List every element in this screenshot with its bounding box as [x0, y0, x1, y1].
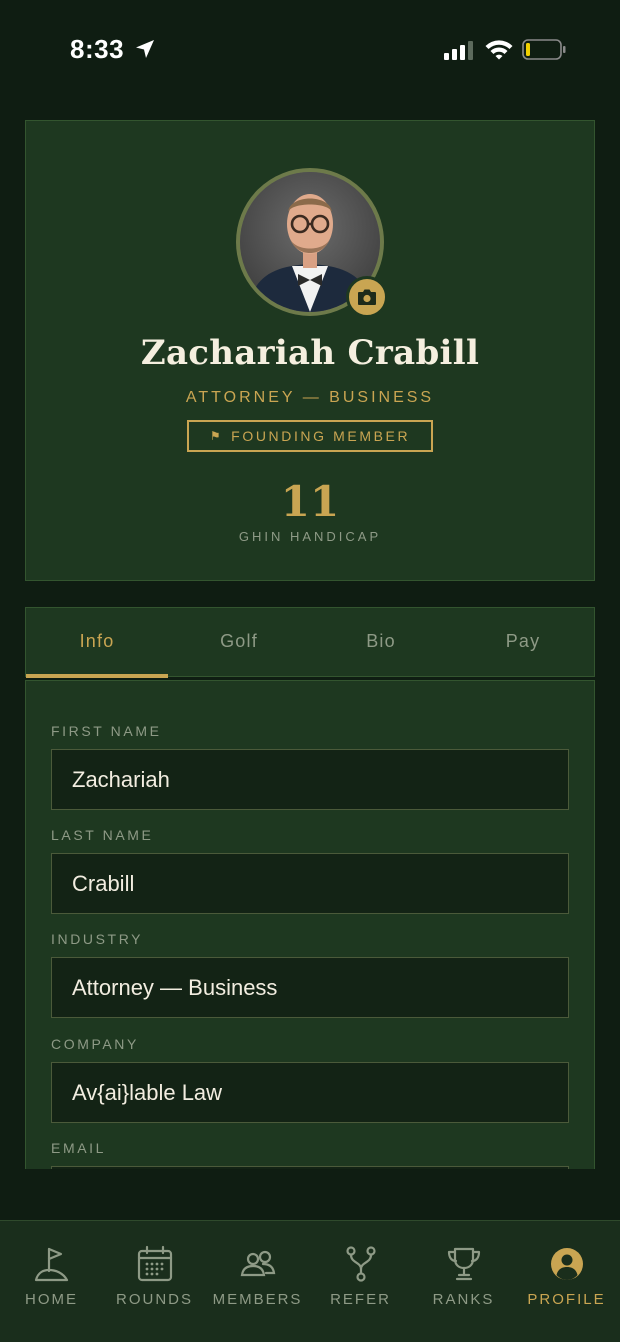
avatar-container	[236, 168, 388, 318]
last-name-label: LAST NAME	[51, 827, 154, 843]
nav-ranks-label: RANKS	[432, 1291, 495, 1308]
trophy-icon	[447, 1247, 481, 1281]
company-label: COMPANY	[51, 1036, 139, 1052]
nav-rounds[interactable]: ROUNDS	[103, 1221, 206, 1342]
email-field[interactable]	[51, 1166, 569, 1169]
info-form: FIRST NAME LAST NAME INDUSTRY COMPANY EM…	[25, 680, 595, 1169]
cellular-signal-icon	[444, 41, 473, 60]
last-name-field[interactable]	[51, 853, 569, 914]
nav-ranks[interactable]: RANKS	[412, 1221, 515, 1342]
members-icon	[240, 1250, 276, 1277]
tab-bio[interactable]: Bio	[310, 608, 452, 676]
tab-pay[interactable]: Pay	[452, 608, 594, 676]
email-label: EMAIL	[51, 1140, 107, 1156]
handicap-label: GHIN HANDICAP	[238, 529, 382, 544]
nav-profile[interactable]: PROFILE	[515, 1221, 618, 1342]
profile-name: Zachariah Crabill	[140, 333, 480, 373]
calendar-icon	[137, 1245, 173, 1282]
status-bar: 8:33	[0, 0, 620, 100]
refer-branch-icon	[346, 1246, 376, 1282]
bottom-nav: HOME ROUNDS MEMBERS REFER RANKS PROFILE	[0, 1220, 620, 1342]
handicap-value: 11	[280, 477, 340, 526]
location-arrow-icon	[136, 40, 154, 58]
industry-label: INDUSTRY	[51, 931, 144, 947]
tab-info[interactable]: Info	[26, 608, 168, 678]
profile-tabs: Info Golf Bio Pay	[25, 607, 595, 678]
badge-label: FOUNDING MEMBER	[231, 428, 411, 444]
company-field[interactable]	[51, 1062, 569, 1123]
nav-profile-label: PROFILE	[527, 1291, 606, 1308]
wifi-icon	[485, 40, 513, 60]
nav-home[interactable]: HOME	[0, 1221, 103, 1342]
first-name-field[interactable]	[51, 749, 569, 810]
battery-icon	[522, 39, 566, 60]
first-name-label: FIRST NAME	[51, 723, 162, 739]
tab-golf[interactable]: Golf	[168, 608, 310, 676]
profile-icon	[551, 1248, 583, 1280]
nav-members-label: MEMBERS	[212, 1291, 303, 1308]
nav-refer[interactable]: REFER	[309, 1221, 412, 1342]
change-photo-button[interactable]	[346, 276, 388, 318]
nav-members[interactable]: MEMBERS	[206, 1221, 309, 1342]
nav-rounds-label: ROUNDS	[115, 1291, 193, 1308]
golf-flag-icon	[34, 1247, 69, 1282]
status-time: 8:33	[70, 34, 125, 64]
nav-refer-label: REFER	[330, 1291, 391, 1308]
nav-home-label: HOME	[25, 1291, 78, 1308]
profile-role: ATTORNEY — BUSINESS	[185, 389, 435, 406]
profile-card: Zachariah Crabill ATTORNEY — BUSINESS ⚑ …	[25, 120, 595, 581]
founding-member-badge: ⚑ FOUNDING MEMBER	[187, 420, 433, 452]
flag-icon: ⚑	[209, 429, 224, 443]
industry-field[interactable]	[51, 957, 569, 1018]
camera-icon	[358, 289, 376, 305]
